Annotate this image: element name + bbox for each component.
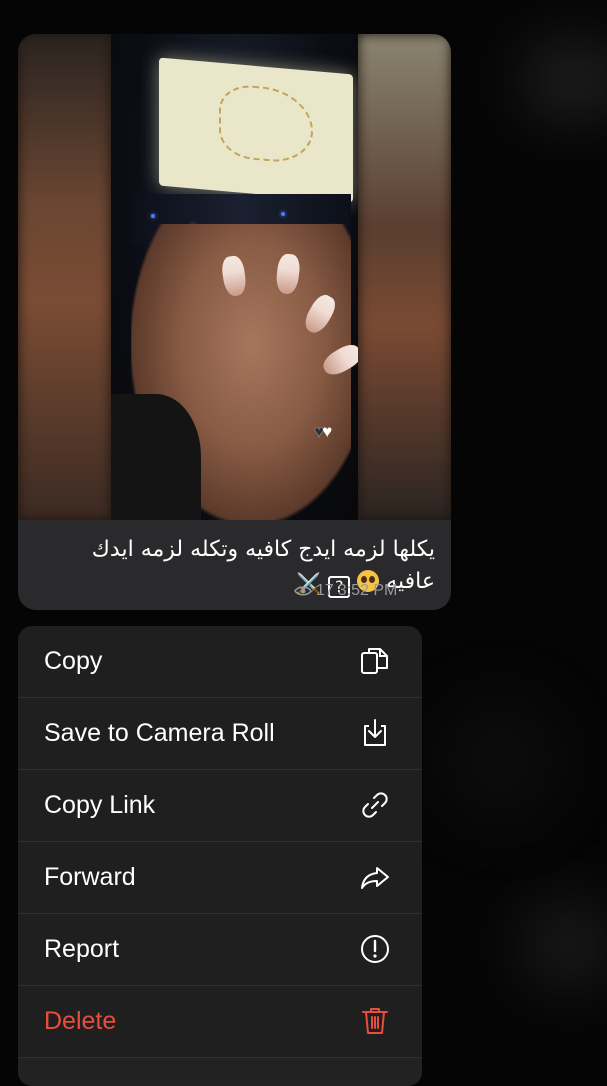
message-bubble[interactable]: ♥♥ يكلها لزمه ايدج كافيه وتكله لزمه ايدك… (18, 34, 451, 610)
context-menu: Copy Save to Camera Roll Copy Link Forwa… (18, 626, 422, 1086)
menu-item-copy-link[interactable]: Copy Link (18, 770, 422, 842)
trash-icon (362, 1008, 388, 1034)
report-exclamation-icon (361, 935, 389, 963)
background-blur-shape (440, 700, 560, 820)
media-blur-right (358, 34, 451, 520)
menu-item-report[interactable]: Report (18, 914, 422, 986)
caption-line-1: يكلها لزمه ايدج كافيه وتكله لزمه ايدك (91, 537, 435, 562)
eye-icon (294, 586, 312, 596)
menu-item-label: Delete (44, 1007, 117, 1035)
forward-arrow-icon (361, 867, 389, 889)
background-blur-shape (520, 40, 607, 120)
menu-overflow-area (18, 1058, 422, 1086)
message-meta: 17 3:52 PM (294, 582, 397, 600)
menu-item-save-to-camera-roll[interactable]: Save to Camera Roll (18, 698, 422, 770)
menu-item-delete[interactable]: Delete (18, 986, 422, 1058)
view-count: 17 (316, 582, 334, 599)
black-heart-icon: ♥ (313, 422, 324, 442)
menu-item-label: Report (44, 935, 120, 963)
save-download-icon (364, 719, 386, 746)
menu-item-label: Forward (44, 863, 136, 891)
menu-item-label: Copy (44, 647, 103, 675)
car-navigation-screen (159, 57, 353, 203)
copy-icon (361, 648, 388, 674)
menu-item-copy[interactable]: Copy (18, 626, 422, 698)
link-icon (362, 792, 388, 818)
white-heart-icon: ♥ (322, 422, 332, 441)
background-blur-shape (520, 900, 607, 990)
media-photo: ♥♥ (111, 34, 358, 520)
jacket-sleeve (111, 394, 201, 520)
message-media[interactable]: ♥♥ (18, 34, 451, 520)
hearts-overlay: ♥♥ (313, 422, 332, 442)
menu-item-label: Save to Camera Roll (44, 719, 275, 747)
menu-item-label: Copy Link (44, 791, 156, 819)
message-time: 3:52 PM (337, 582, 398, 599)
menu-item-forward[interactable]: Forward (18, 842, 422, 914)
media-blur-left (18, 34, 111, 520)
